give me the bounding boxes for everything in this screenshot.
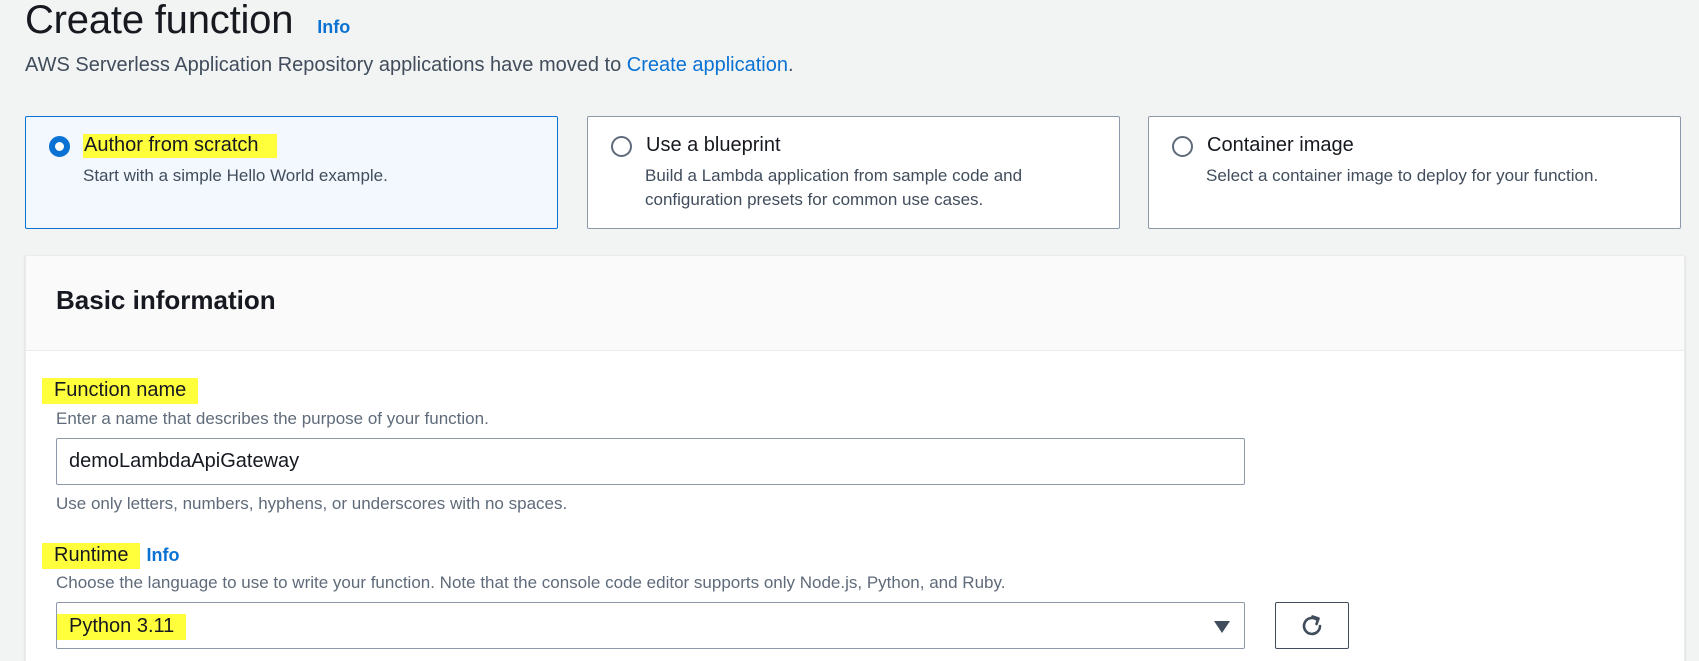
notice-end: . bbox=[788, 54, 794, 76]
panel-title: Basic information bbox=[56, 285, 276, 315]
refresh-icon bbox=[1302, 614, 1322, 635]
option-description: Build a Lambda application from sample c… bbox=[645, 166, 1023, 209]
caret-down-icon bbox=[1214, 621, 1230, 633]
function-name-constraint: Use only letters, numbers, hyphens, or u… bbox=[56, 494, 568, 513]
radio-selected-icon[interactable] bbox=[49, 136, 70, 157]
info-link[interactable]: Info bbox=[317, 17, 350, 38]
panel-header: Basic information bbox=[26, 256, 1684, 351]
option-description: Select a container image to deploy for y… bbox=[1206, 166, 1599, 185]
basic-information-panel: Basic information Function name Enter a … bbox=[25, 255, 1685, 661]
runtime-label-row: Runtime Info bbox=[42, 543, 179, 569]
runtime-selected-value: Python 3.11 bbox=[57, 614, 187, 640]
function-name-value: demoLambdaApiGateway bbox=[69, 450, 300, 472]
refresh-runtime-button[interactable] bbox=[1275, 602, 1349, 649]
option-title: Use a blueprint bbox=[646, 134, 781, 156]
option-description: Start with a simple Hello World example. bbox=[83, 166, 388, 185]
page-title: Create function bbox=[25, 0, 294, 42]
option-title: Author from scratch bbox=[83, 134, 277, 158]
page-header: Create function Info bbox=[25, 0, 350, 46]
runtime-info-link[interactable]: Info bbox=[146, 545, 179, 566]
runtime-label: Runtime bbox=[42, 543, 141, 569]
option-use-a-blueprint[interactable]: Use a blueprint Build a Lambda applicati… bbox=[587, 116, 1120, 229]
option-container-image[interactable]: Container image Select a container image… bbox=[1148, 116, 1681, 229]
runtime-select[interactable]: Python 3.11 bbox=[56, 602, 1245, 649]
runtime-description: Choose the language to use to write your… bbox=[56, 573, 1006, 592]
radio-unselected-icon[interactable] bbox=[1172, 136, 1193, 157]
function-name-input[interactable]: demoLambdaApiGateway bbox=[56, 438, 1245, 485]
create-application-link[interactable]: Create application bbox=[627, 54, 788, 76]
radio-unselected-icon[interactable] bbox=[611, 136, 632, 157]
option-title: Container image bbox=[1207, 134, 1354, 156]
moved-notice: AWS Serverless Application Repository ap… bbox=[25, 54, 794, 77]
function-name-description: Enter a name that describes the purpose … bbox=[56, 409, 489, 428]
option-author-from-scratch[interactable]: Author from scratch Start with a simple … bbox=[25, 116, 558, 229]
function-name-label: Function name bbox=[42, 378, 199, 404]
notice-text: AWS Serverless Application Repository ap… bbox=[25, 54, 627, 76]
